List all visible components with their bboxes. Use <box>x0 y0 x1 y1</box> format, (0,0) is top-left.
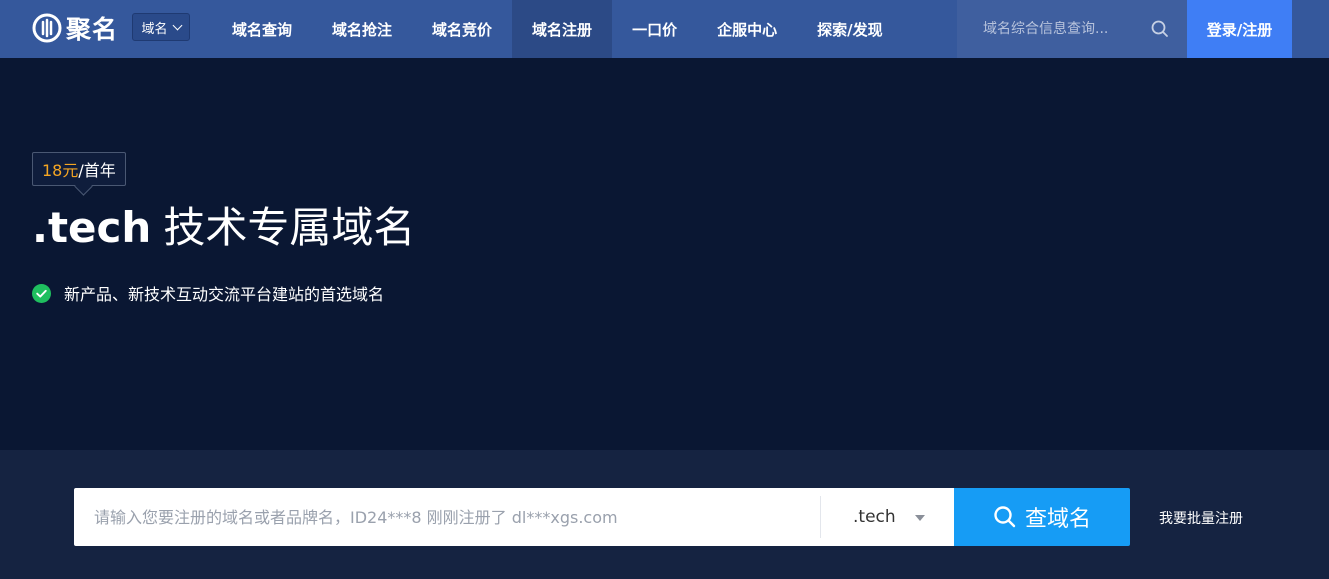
search-icon[interactable] <box>1150 19 1170 39</box>
search-icon <box>994 506 1016 528</box>
top-nav: 聚名 域名 域名查询 域名抢注 域名竞价 域名注册 一口价 企服中心 探索/发现… <box>0 0 1329 58</box>
nav-item-domain-auction[interactable]: 域名竞价 <box>412 0 512 58</box>
search-button-label: 查域名 <box>1024 507 1091 532</box>
hero-title-desc: 技术专属域名 <box>163 203 416 252</box>
nav-search-input[interactable] <box>983 21 1133 37</box>
logo[interactable]: 聚名 <box>32 12 118 44</box>
login-register-button[interactable]: 登录/注册 <box>1187 0 1292 58</box>
nav-item-explore[interactable]: 探索/发现 <box>797 0 902 58</box>
domain-search-band: .tech 查域名 我要批量注册 <box>0 450 1329 579</box>
price-tag: 18元 /首年 <box>32 152 126 186</box>
tld-select-value: .tech <box>853 507 896 527</box>
logo-text: 聚名 <box>66 15 119 44</box>
logo-icon <box>32 13 62 43</box>
search-domain-button[interactable]: 查域名 <box>954 488 1130 546</box>
nav-item-enterprise-services[interactable]: 企服中心 <box>697 0 797 58</box>
domain-search-input[interactable] <box>74 489 814 545</box>
nav-menu: 域名查询 域名抢注 域名竞价 域名注册 一口价 企服中心 探索/发现 <box>212 0 903 58</box>
nav-item-fixed-price[interactable]: 一口价 <box>612 0 697 58</box>
price-unit: /首年 <box>78 161 116 180</box>
domain-category-label: 域名 <box>141 21 168 37</box>
tld-select[interactable]: .tech <box>821 488 954 546</box>
hero-banner: 18元 /首年 .tech 技术专属域名 新产品、新技术互动交流平台建站的首选域名 <box>0 58 1329 450</box>
nav-item-domain-register[interactable]: 域名注册 <box>512 0 613 58</box>
check-circle-icon <box>32 283 51 303</box>
domain-category-select[interactable]: 域名 <box>132 13 190 41</box>
hero-title: .tech 技术专属域名 <box>32 194 415 255</box>
nav-item-domain-snatch[interactable]: 域名抢注 <box>312 0 412 58</box>
price-value: 18元 <box>42 161 79 180</box>
feature-text: 新产品、新技术互动交流平台建站的首选域名 <box>64 285 385 304</box>
nav-search <box>957 0 1187 58</box>
chevron-down-icon <box>172 20 182 30</box>
feature-item: 新产品、新技术互动交流平台建站的首选域名 <box>32 281 384 305</box>
nav-item-domain-query[interactable]: 域名查询 <box>212 0 312 58</box>
hero-tld: .tech <box>32 203 152 252</box>
bulk-register-link[interactable]: 我要批量注册 <box>1159 508 1243 528</box>
caret-down-icon <box>915 515 925 521</box>
domain-search-box: .tech <box>74 488 954 546</box>
